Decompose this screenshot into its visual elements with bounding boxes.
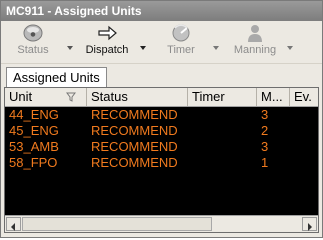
- person-icon: [248, 25, 262, 42]
- cell-status: RECOMMEND: [91, 139, 178, 154]
- dropdown-arrow-icon: [140, 46, 146, 50]
- timer-button[interactable]: Timer: [159, 23, 203, 61]
- cell-timer: [188, 107, 257, 123]
- dropdown-arrow-icon: [67, 46, 73, 50]
- status-button[interactable]: ● Status: [9, 23, 57, 61]
- cell-ev: [290, 155, 318, 171]
- cell-unit: 53_AMB: [9, 139, 59, 154]
- cell-unit: 58_FPO: [9, 155, 58, 170]
- cell-manning: 1: [261, 155, 269, 170]
- manning-dropdown-arrow[interactable]: [286, 37, 294, 50]
- scroll-right-button[interactable]: [302, 217, 317, 231]
- table-row[interactable]: 44_ENG RECOMMEND 3: [5, 107, 318, 123]
- cell-unit: 45_ENG: [9, 123, 59, 138]
- cell-ev: [290, 107, 318, 123]
- timer-icon: [172, 24, 190, 42]
- dispatch-dropdown-arrow[interactable]: [139, 37, 147, 50]
- cell-status: RECOMMEND: [91, 123, 178, 138]
- funnel-filter-icon[interactable]: [66, 92, 76, 102]
- horizontal-scrollbar[interactable]: [5, 215, 318, 232]
- manning-button[interactable]: Manning: [230, 23, 280, 61]
- cell-ev: [290, 139, 318, 155]
- table-row[interactable]: 58_FPO RECOMMEND 1: [5, 155, 318, 171]
- window-title: MC911 - Assigned Units: [1, 1, 322, 21]
- column-header-unit[interactable]: Unit: [5, 88, 87, 106]
- cell-manning: 3: [261, 139, 269, 154]
- svg-text:●: ●: [30, 31, 35, 38]
- column-header-manning[interactable]: M...: [257, 88, 290, 106]
- dispatch-button-label: Dispatch: [85, 44, 129, 56]
- column-header-ev[interactable]: Ev.: [290, 88, 318, 106]
- dispatch-button[interactable]: Dispatch: [83, 23, 131, 61]
- table-row[interactable]: 45_ENG RECOMMEND 2: [5, 123, 318, 139]
- column-header-status[interactable]: Status: [87, 88, 188, 106]
- manning-button-label: Manning: [233, 44, 277, 56]
- status-dropdown-arrow[interactable]: [66, 37, 74, 50]
- right-arrow-icon: [98, 25, 117, 41]
- cell-ev: [290, 123, 318, 139]
- cell-manning: 3: [261, 107, 269, 122]
- status-disc-icon: ●: [23, 24, 43, 42]
- timer-dropdown-arrow[interactable]: [212, 37, 220, 50]
- assigned-units-grid: Unit Status Timer M... Ev. 44_ENG RECOMM…: [4, 87, 319, 233]
- cell-unit: 44_ENG: [9, 107, 59, 122]
- grid-header: Unit Status Timer M... Ev.: [5, 88, 318, 107]
- toolbar: ● Status Dispatch Timer Manning: [1, 21, 322, 64]
- status-button-label: Status: [17, 44, 49, 56]
- scrollbar-thumb[interactable]: [22, 217, 212, 231]
- cell-status: RECOMMEND: [91, 107, 178, 122]
- assigned-units-window: MC911 - Assigned Units ● Status Dispatch: [0, 0, 323, 238]
- cell-manning: 2: [261, 123, 269, 138]
- column-header-timer[interactable]: Timer: [188, 88, 257, 106]
- dropdown-arrow-icon: [213, 46, 219, 50]
- cell-timer: [188, 155, 257, 171]
- tab-strip: Assigned Units: [1, 64, 322, 87]
- dropdown-arrow-icon: [287, 46, 293, 50]
- cell-timer: [188, 139, 257, 155]
- table-row[interactable]: 53_AMB RECOMMEND 3: [5, 139, 318, 155]
- right-arrow-icon: [308, 223, 312, 231]
- column-header-unit-label: Unit: [9, 89, 33, 104]
- cell-status: RECOMMEND: [91, 155, 178, 170]
- tab-assigned-units[interactable]: Assigned Units: [6, 67, 107, 87]
- cell-timer: [188, 123, 257, 139]
- timer-button-label: Timer: [167, 44, 195, 56]
- scroll-left-button[interactable]: [6, 217, 21, 231]
- left-arrow-icon: [11, 223, 15, 231]
